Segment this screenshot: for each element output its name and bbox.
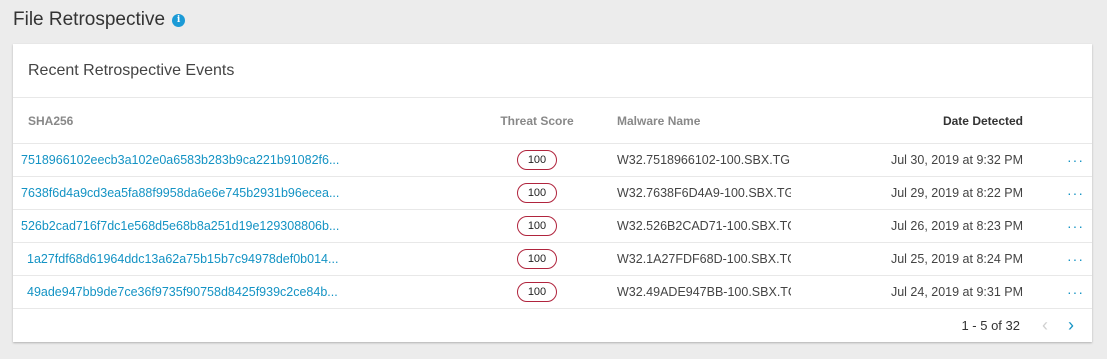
date-detected: Jul 25, 2019 at 8:24 PM [791, 242, 1023, 276]
sha-cell: 526b2cad716f7dc1e568d5e68b8a251d19e12930… [13, 209, 483, 243]
sha256-link[interactable]: 7638f6d4a9cd3ea5fa88f9958da6e6e745b2931b… [21, 186, 339, 200]
malware-name: W32.1A27FDF68D-100.SBX.TG [591, 242, 791, 276]
sha-cell: 7518966102eecb3a102e0a6583b283b9ca221b91… [13, 143, 483, 177]
actions-cell: ··· [1023, 242, 1092, 276]
sha-cell: 7638f6d4a9cd3ea5fa88f9958da6e6e745b2931b… [13, 176, 483, 210]
table-row: 526b2cad716f7dc1e568d5e68b8a251d19e12930… [13, 209, 1092, 243]
chevron-right-icon[interactable]: › [1068, 315, 1074, 336]
threat-score-badge: 100 [517, 150, 557, 170]
chevron-left-icon[interactable]: ‹ [1042, 315, 1048, 336]
malware-name: W32.7638F6D4A9-100.SBX.TG [591, 176, 791, 210]
table-row: 1a27fdf68d61964ddc13a62a75b15b7c94978def… [13, 242, 1092, 276]
page-header: File Retrospective i [13, 6, 186, 34]
malware-name: W32.526B2CAD71-100.SBX.TG [591, 209, 791, 243]
column-header-actions [1023, 98, 1092, 144]
threat-score-badge: 100 [517, 216, 557, 236]
sha-cell: 1a27fdf68d61964ddc13a62a75b15b7c94978def… [13, 242, 483, 276]
actions-cell: ··· [1023, 176, 1092, 210]
more-ellipsis-icon[interactable]: ··· [1067, 218, 1084, 234]
retrospective-events-card: Recent Retrospective Events SHA256 Threa… [13, 44, 1092, 342]
threat-score-badge: 100 [517, 249, 557, 269]
sha256-link[interactable]: 526b2cad716f7dc1e568d5e68b8a251d19e12930… [21, 219, 339, 233]
date-detected: Jul 24, 2019 at 9:31 PM [791, 275, 1023, 309]
more-ellipsis-icon[interactable]: ··· [1067, 152, 1084, 168]
actions-cell: ··· [1023, 209, 1092, 243]
actions-cell: ··· [1023, 275, 1092, 309]
sha256-link[interactable]: 7518966102eecb3a102e0a6583b283b9ca221b91… [21, 153, 339, 167]
table-row: 7638f6d4a9cd3ea5fa88f9958da6e6e745b2931b… [13, 176, 1092, 210]
threat-score-cell: 100 [483, 275, 591, 309]
card-title: Recent Retrospective Events [28, 61, 235, 79]
table-row: 49ade947bb9de7ce36f9735f90758d8425f939c2… [13, 275, 1092, 309]
threat-score-cell: 100 [483, 176, 591, 210]
threat-score-cell: 100 [483, 143, 591, 177]
more-ellipsis-icon[interactable]: ··· [1067, 185, 1084, 201]
actions-cell: ··· [1023, 143, 1092, 177]
column-header-malware-name[interactable]: Malware Name [591, 98, 791, 144]
date-detected: Jul 30, 2019 at 9:32 PM [791, 143, 1023, 177]
threat-score-cell: 100 [483, 209, 591, 243]
pagination: 1 - 5 of 32 ‹ › [961, 308, 1074, 342]
pagination-range: 1 - 5 of 32 [961, 317, 1020, 333]
table-row: 7518966102eecb3a102e0a6583b283b9ca221b91… [13, 143, 1092, 177]
threat-score-badge: 100 [517, 282, 557, 302]
more-ellipsis-icon[interactable]: ··· [1067, 251, 1084, 267]
column-header-date-detected[interactable]: Date Detected [791, 98, 1023, 144]
table-header-row: SHA256 Threat Score Malware Name Date De… [13, 98, 1092, 144]
more-ellipsis-icon[interactable]: ··· [1067, 284, 1084, 300]
sha256-link[interactable]: 49ade947bb9de7ce36f9735f90758d8425f939c2… [27, 285, 338, 299]
date-detected: Jul 26, 2019 at 8:23 PM [791, 209, 1023, 243]
column-header-sha256[interactable]: SHA256 [13, 98, 483, 144]
events-table: SHA256 Threat Score Malware Name Date De… [13, 98, 1092, 309]
info-icon[interactable]: i [172, 13, 186, 27]
malware-name: W32.49ADE947BB-100.SBX.TG [591, 275, 791, 309]
card-header: Recent Retrospective Events [13, 44, 1092, 98]
page-title: File Retrospective [13, 9, 166, 30]
threat-score-cell: 100 [483, 242, 591, 276]
sha-cell: 49ade947bb9de7ce36f9735f90758d8425f939c2… [13, 275, 483, 309]
threat-score-badge: 100 [517, 183, 557, 203]
date-detected: Jul 29, 2019 at 8:22 PM [791, 176, 1023, 210]
column-header-threat-score[interactable]: Threat Score [483, 98, 591, 144]
sha256-link[interactable]: 1a27fdf68d61964ddc13a62a75b15b7c94978def… [27, 252, 338, 266]
malware-name: W32.7518966102-100.SBX.TG [591, 143, 791, 177]
